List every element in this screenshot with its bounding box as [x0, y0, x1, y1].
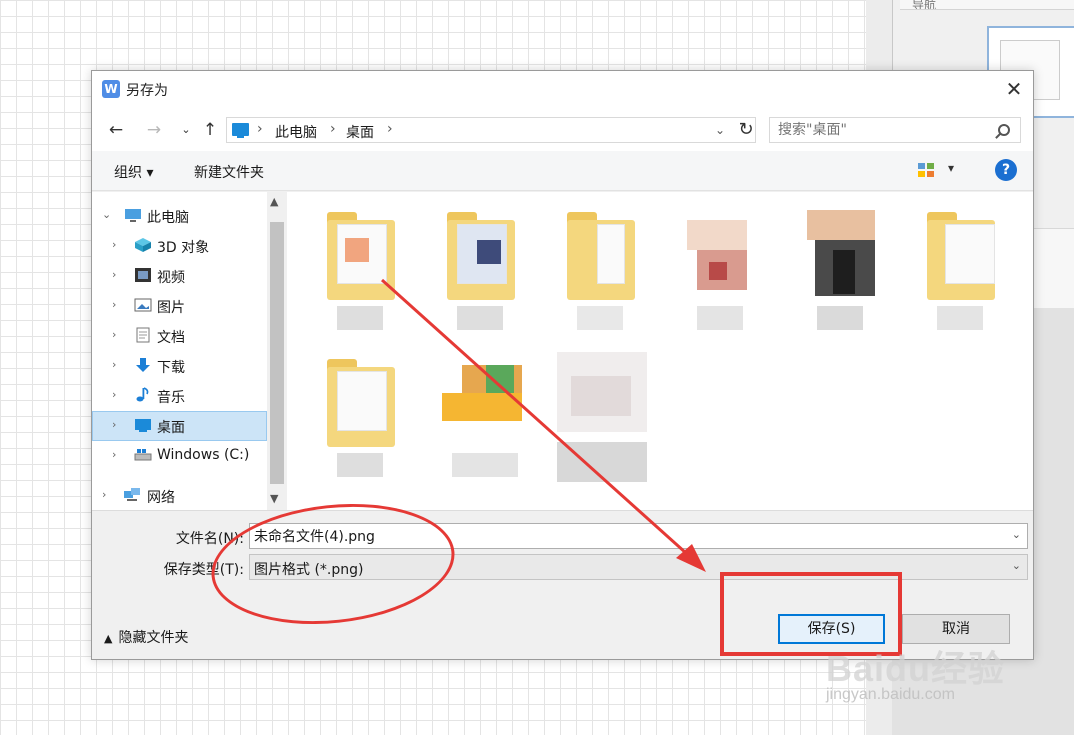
- tree-item-label: Windows (C:): [157, 447, 250, 463]
- path-separator-icon[interactable]: ›: [330, 121, 336, 137]
- file-item[interactable]: [567, 210, 637, 330]
- chevron-down-icon: ⌄: [181, 123, 191, 136]
- navigation-tree: ⌄ 此电脑 › 3D 对象 › 视频 › 图片 › 文档 › 下载 › 音乐 ›…: [92, 192, 287, 510]
- tree-item-videos[interactable]: › 视频: [92, 261, 267, 291]
- tree-item-windows-c[interactable]: › Windows (C:): [92, 441, 267, 471]
- chevron-right-icon[interactable]: ›: [112, 238, 116, 251]
- hide-folders-label: 隐藏文件夹: [118, 630, 189, 646]
- view-options-icon[interactable]: [918, 163, 934, 177]
- tree-item-label: 桌面: [157, 420, 185, 436]
- path-separator-icon[interactable]: ›: [387, 121, 393, 137]
- chevron-right-icon[interactable]: ›: [112, 298, 116, 311]
- command-bar: 组织 ▾ 新建文件夹 ▾ ?: [92, 151, 1033, 191]
- file-item[interactable]: [807, 210, 877, 330]
- close-button[interactable]: ✕: [999, 75, 1029, 103]
- tree-item-label: 网络: [147, 490, 175, 506]
- chevron-right-icon[interactable]: ›: [112, 448, 116, 461]
- watermark-brand: Baidu经验: [826, 648, 1006, 689]
- chevron-right-icon[interactable]: ›: [112, 388, 116, 401]
- chevron-down-icon[interactable]: ⌄: [1012, 528, 1021, 541]
- file-item[interactable]: [327, 210, 397, 330]
- search-icon: [998, 124, 1010, 136]
- organize-button[interactable]: 组织 ▾: [114, 162, 153, 182]
- tree-item-label: 视频: [157, 270, 185, 286]
- file-list: [287, 192, 1033, 510]
- picture-icon: [134, 297, 152, 313]
- tree-item-network[interactable]: › 网络: [92, 481, 267, 511]
- up-button[interactable]: ↑: [198, 119, 222, 141]
- chevron-right-icon[interactable]: ›: [112, 418, 116, 431]
- tree-scrollbar[interactable]: ▲ ▼: [267, 192, 287, 510]
- chevron-right-icon[interactable]: ›: [112, 268, 116, 281]
- tree-item-label: 3D 对象: [157, 240, 210, 256]
- computer-icon: [124, 207, 142, 223]
- chevron-down-icon[interactable]: ⌄: [1012, 559, 1021, 572]
- chevron-right-icon[interactable]: ›: [112, 328, 116, 341]
- refresh-icon: ↻: [738, 119, 754, 140]
- tree-item-3d-objects[interactable]: › 3D 对象: [92, 231, 267, 261]
- breadcrumb-desktop[interactable]: 桌面: [346, 122, 374, 142]
- chevron-up-icon: ▲: [104, 632, 113, 645]
- arrow-right-icon: →: [146, 120, 162, 140]
- file-item[interactable]: [557, 352, 647, 492]
- computer-icon: [232, 123, 249, 138]
- chevron-down-icon[interactable]: ⌄: [102, 208, 111, 221]
- tree-item-music[interactable]: › 音乐: [92, 381, 267, 411]
- hide-folders-toggle[interactable]: ▲ 隐藏文件夹: [104, 627, 188, 647]
- drive-icon: [134, 447, 152, 463]
- address-dropdown-icon[interactable]: ⌄: [715, 123, 725, 137]
- view-dropdown-icon[interactable]: ▾: [948, 161, 954, 175]
- back-button[interactable]: ←: [104, 119, 128, 141]
- address-bar[interactable]: › 此电脑 › 桌面 › ⌄: [226, 117, 756, 143]
- file-item[interactable]: [442, 357, 532, 477]
- path-separator-icon[interactable]: ›: [257, 121, 263, 137]
- file-item[interactable]: [327, 357, 397, 477]
- network-icon: [123, 487, 141, 503]
- search-box[interactable]: [769, 117, 1021, 143]
- baidu-jingyan-watermark: Baidu经验 jingyan.baidu.com: [826, 640, 1026, 710]
- navigation-bar: ← → ⌄ ↑ › 此电脑 › 桌面 › ⌄ ↻: [92, 109, 1033, 151]
- download-icon: [134, 357, 152, 373]
- scroll-down-icon[interactable]: ▼: [270, 492, 278, 505]
- dialog-title: 另存为: [126, 83, 168, 99]
- wps-app-icon: W: [102, 80, 120, 98]
- tree-item-label: 音乐: [157, 390, 185, 406]
- file-item[interactable]: [447, 210, 517, 330]
- scrollbar-thumb[interactable]: [270, 222, 284, 484]
- help-icon[interactable]: ?: [995, 159, 1017, 181]
- tree-item-label: 此电脑: [147, 210, 189, 226]
- refresh-button[interactable]: ↻: [734, 119, 758, 141]
- video-icon: [134, 267, 152, 283]
- document-icon: [134, 327, 152, 343]
- tree-item-downloads[interactable]: › 下载: [92, 351, 267, 381]
- recent-locations-button[interactable]: ⌄: [174, 119, 198, 141]
- chevron-right-icon[interactable]: ›: [112, 358, 116, 371]
- tree-item-label: 文档: [157, 330, 185, 346]
- navigation-panel-title: 导航: [900, 0, 1074, 10]
- tree-item-desktop[interactable]: › 桌面: [92, 411, 267, 441]
- search-input[interactable]: [778, 121, 988, 139]
- breadcrumb-this-pc[interactable]: 此电脑: [275, 122, 317, 142]
- tree-item-label: 图片: [157, 300, 185, 316]
- file-item[interactable]: [927, 210, 997, 330]
- arrow-up-icon: ↑: [202, 120, 218, 140]
- arrow-left-icon: ←: [108, 120, 124, 140]
- chevron-right-icon[interactable]: ›: [102, 488, 106, 501]
- music-icon: [134, 387, 152, 403]
- dialog-titlebar: W 另存为 ✕: [92, 71, 1033, 109]
- scroll-up-icon[interactable]: ▲: [270, 195, 278, 208]
- desktop-icon: [134, 417, 152, 433]
- cube-icon: [134, 237, 152, 253]
- tree-item-this-pc[interactable]: ⌄ 此电脑: [92, 201, 267, 231]
- file-item[interactable]: [687, 210, 757, 330]
- tree-item-documents[interactable]: › 文档: [92, 321, 267, 351]
- new-folder-button[interactable]: 新建文件夹: [194, 162, 264, 182]
- tree-item-pictures[interactable]: › 图片: [92, 291, 267, 321]
- tree-item-label: 下载: [157, 360, 185, 376]
- forward-button[interactable]: →: [142, 119, 166, 141]
- watermark-url: jingyan.baidu.com: [826, 686, 955, 703]
